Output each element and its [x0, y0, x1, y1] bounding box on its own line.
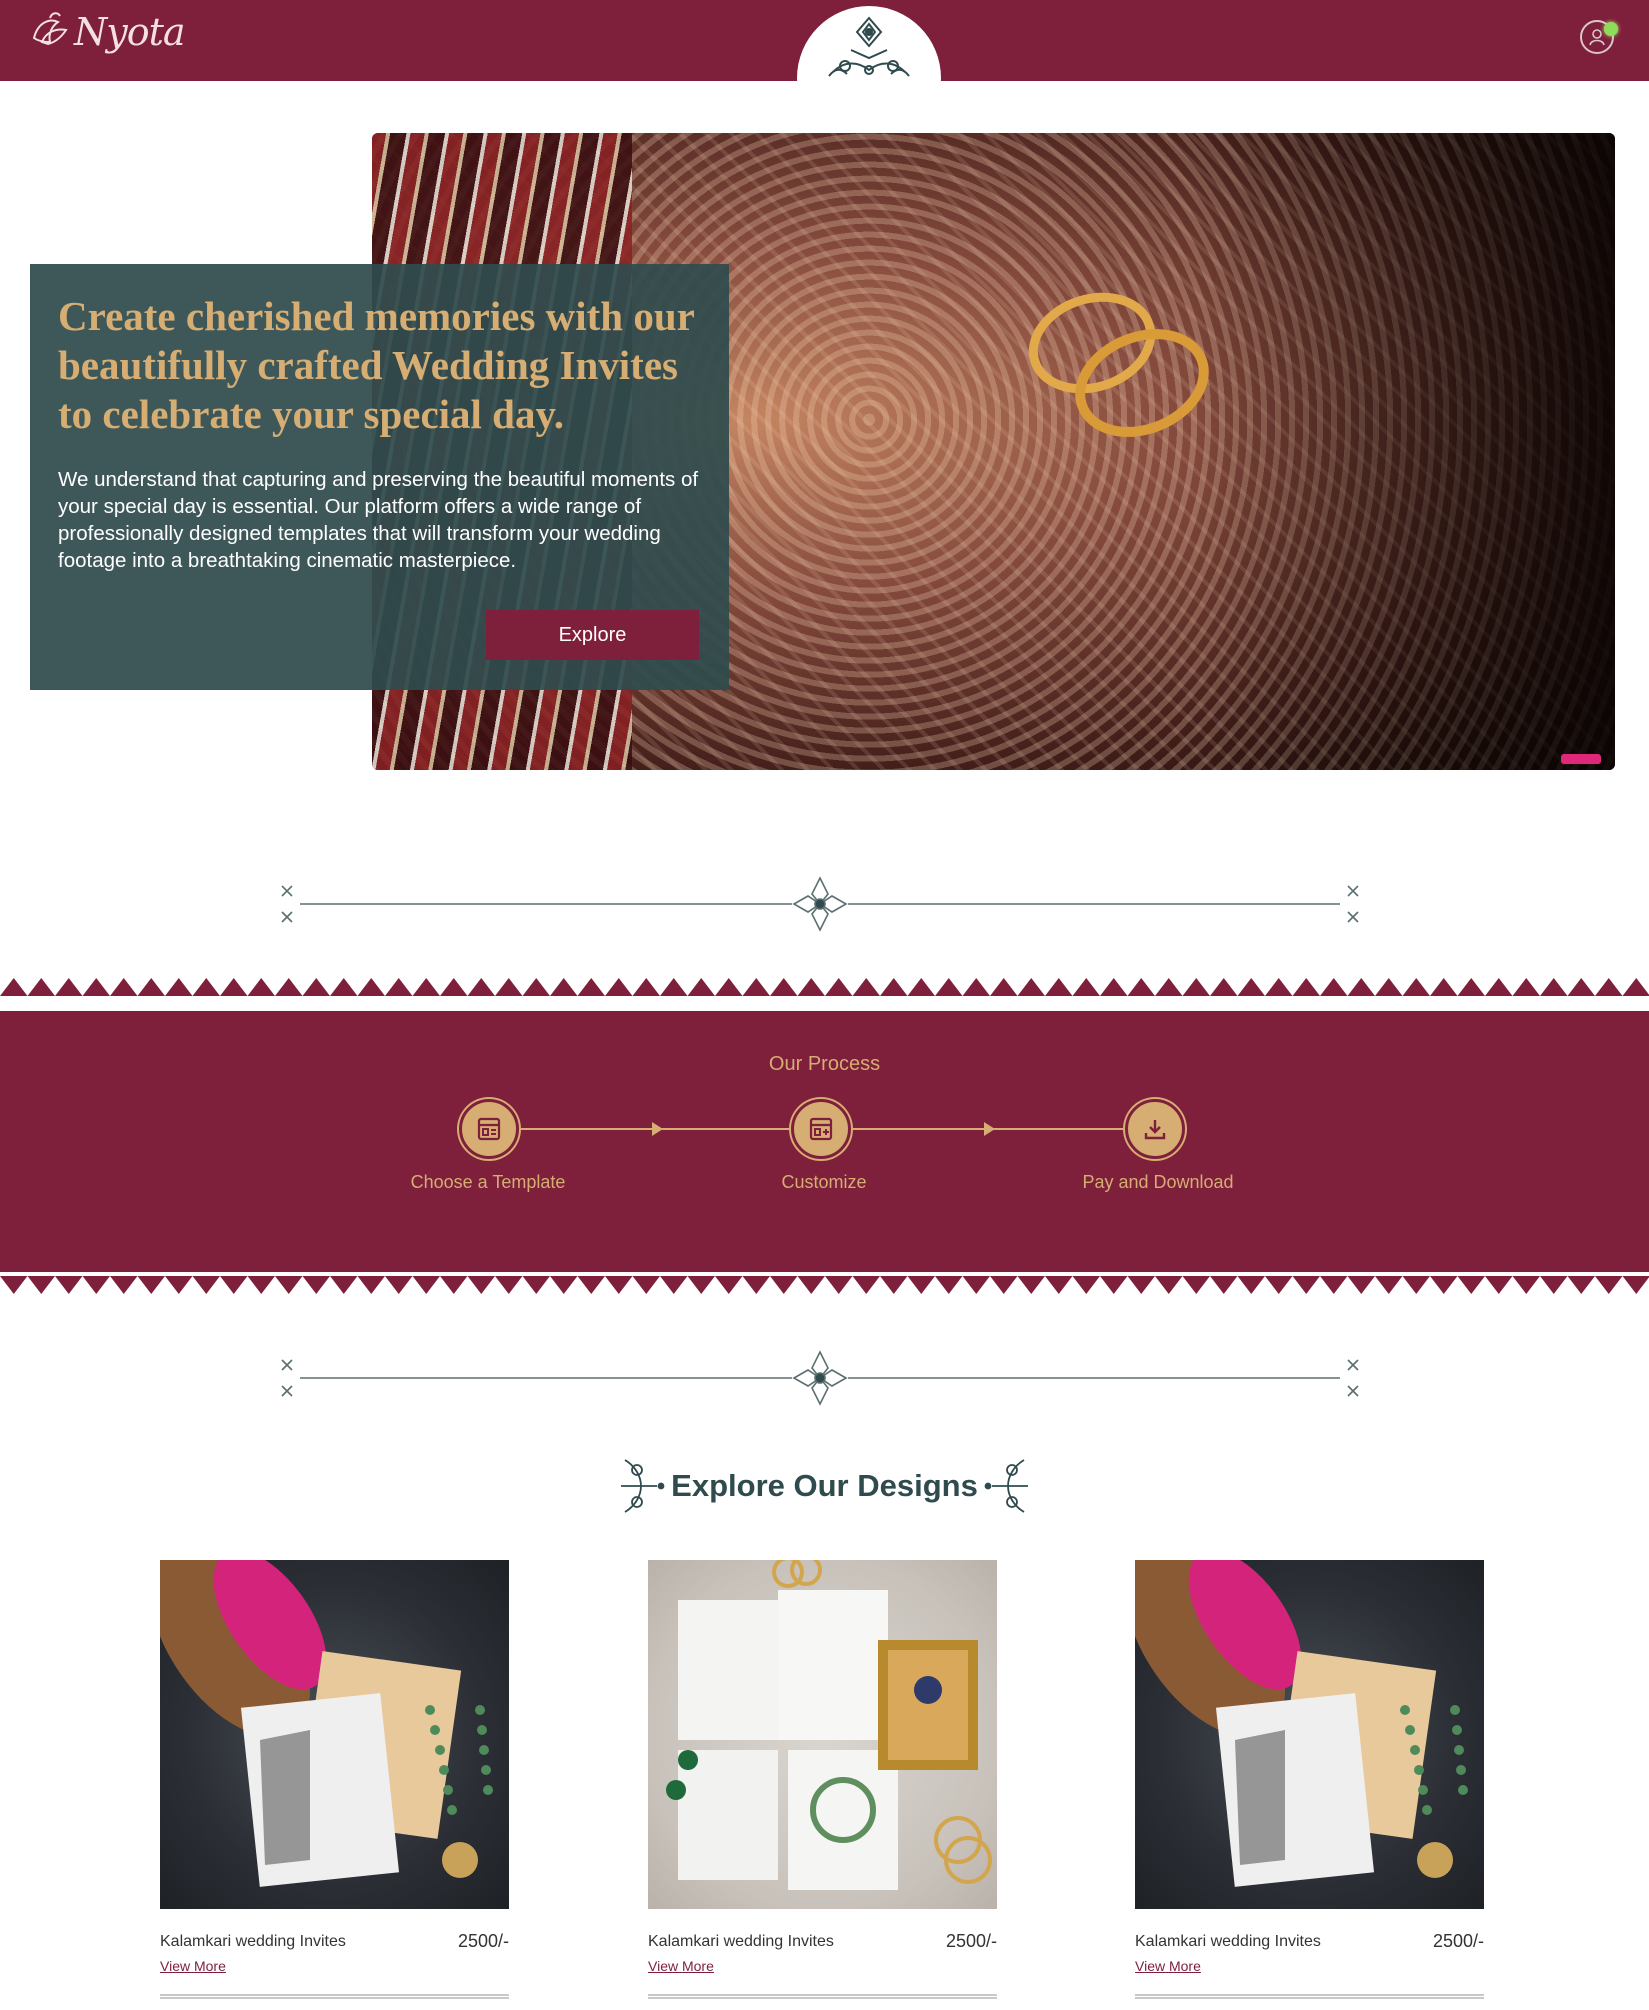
ornamental-divider	[281, 1350, 1359, 1406]
card-divider	[1135, 1994, 1484, 1999]
card-divider	[160, 1994, 509, 1999]
process-title: Our Process	[768, 1053, 881, 1075]
design-card-image[interactable]	[648, 1560, 997, 1909]
card-divider	[648, 1994, 997, 1999]
template-icon	[477, 1117, 501, 1141]
process-section: Our Process Choose a Template Customize	[0, 1011, 1649, 1272]
design-card[interactable]: Kalamkari wedding Invites 2500/- View Mo…	[160, 1560, 509, 1999]
view-more-link[interactable]: View More	[648, 1958, 714, 1974]
watermark-badge	[1561, 754, 1601, 764]
invite-photo-shoes-necklace	[160, 1560, 493, 1887]
design-card-price: 2500/-	[457, 1931, 509, 1951]
step-label-pay-download: Pay and Download	[1082, 1172, 1234, 1192]
top-nav-bar: Nyota	[0, 0, 1649, 150]
floral-ornament-right-icon	[984, 1459, 1028, 1513]
wedding-rings-icon	[1028, 292, 1209, 437]
designs-heading: Explore Our Designs	[671, 1468, 978, 1503]
design-card-price: 2500/-	[945, 1931, 997, 1951]
invite-photo-stationery-set	[666, 1560, 992, 1890]
step-customize[interactable]	[791, 1099, 851, 1159]
download-icon	[1144, 1120, 1166, 1140]
design-card-title: Kalamkari wedding Invites	[1135, 1932, 1321, 1950]
design-card-image[interactable]	[160, 1560, 509, 1909]
invite-photo-shoes-necklace	[1135, 1560, 1468, 1887]
ornamental-divider	[281, 876, 1359, 932]
design-card-title: Kalamkari wedding Invites	[648, 1932, 834, 1950]
design-card-info: Kalamkari wedding Invites 2500/-	[1135, 1931, 1484, 1952]
design-card-title: Kalamkari wedding Invites	[160, 1932, 346, 1950]
online-status-indicator	[1604, 22, 1618, 36]
hero-title: Create cherished memories with our beaut…	[58, 293, 695, 437]
design-card-info: Kalamkari wedding Invites 2500/-	[648, 1931, 997, 1952]
process-arrow	[652, 1122, 663, 1136]
step-label-choose-template: Choose a Template	[410, 1172, 566, 1192]
designs-heading-row: Explore Our Designs	[0, 1446, 1649, 1526]
design-card-image[interactable]	[1135, 1560, 1484, 1909]
step-pay-download[interactable]	[1125, 1099, 1185, 1159]
zigzag-border-top	[0, 978, 1649, 1000]
zigzag-border-bottom	[0, 1272, 1649, 1294]
floral-emblem-icon	[828, 16, 910, 77]
hero-shadow	[1195, 133, 1615, 770]
center-emblem	[797, 6, 941, 150]
hero-card: Create cherished memories with our beaut…	[30, 264, 729, 690]
customize-icon	[809, 1117, 833, 1141]
step-choose-template[interactable]	[459, 1099, 519, 1159]
explore-button[interactable]: Explore	[486, 610, 699, 660]
step-label-customize: Customize	[781, 1172, 867, 1192]
design-card[interactable]: Kalamkari wedding Invites 2500/- View Mo…	[648, 1560, 997, 1999]
view-more-link[interactable]: View More	[1135, 1958, 1201, 1974]
process-arrow	[984, 1122, 995, 1136]
floral-ornament-left-icon	[621, 1459, 665, 1513]
brand-logo[interactable]: Nyota	[28, 8, 186, 56]
design-card-info: Kalamkari wedding Invites 2500/-	[160, 1931, 509, 1952]
hero-description: We understand that capturing and preserv…	[58, 468, 699, 572]
view-more-link[interactable]: View More	[160, 1958, 226, 1974]
design-card[interactable]: Kalamkari wedding Invites 2500/- View Mo…	[1135, 1560, 1484, 1999]
lotus-logo-icon	[32, 12, 68, 46]
brand-name: Nyota	[74, 10, 186, 54]
design-card-price: 2500/-	[1432, 1931, 1484, 1951]
